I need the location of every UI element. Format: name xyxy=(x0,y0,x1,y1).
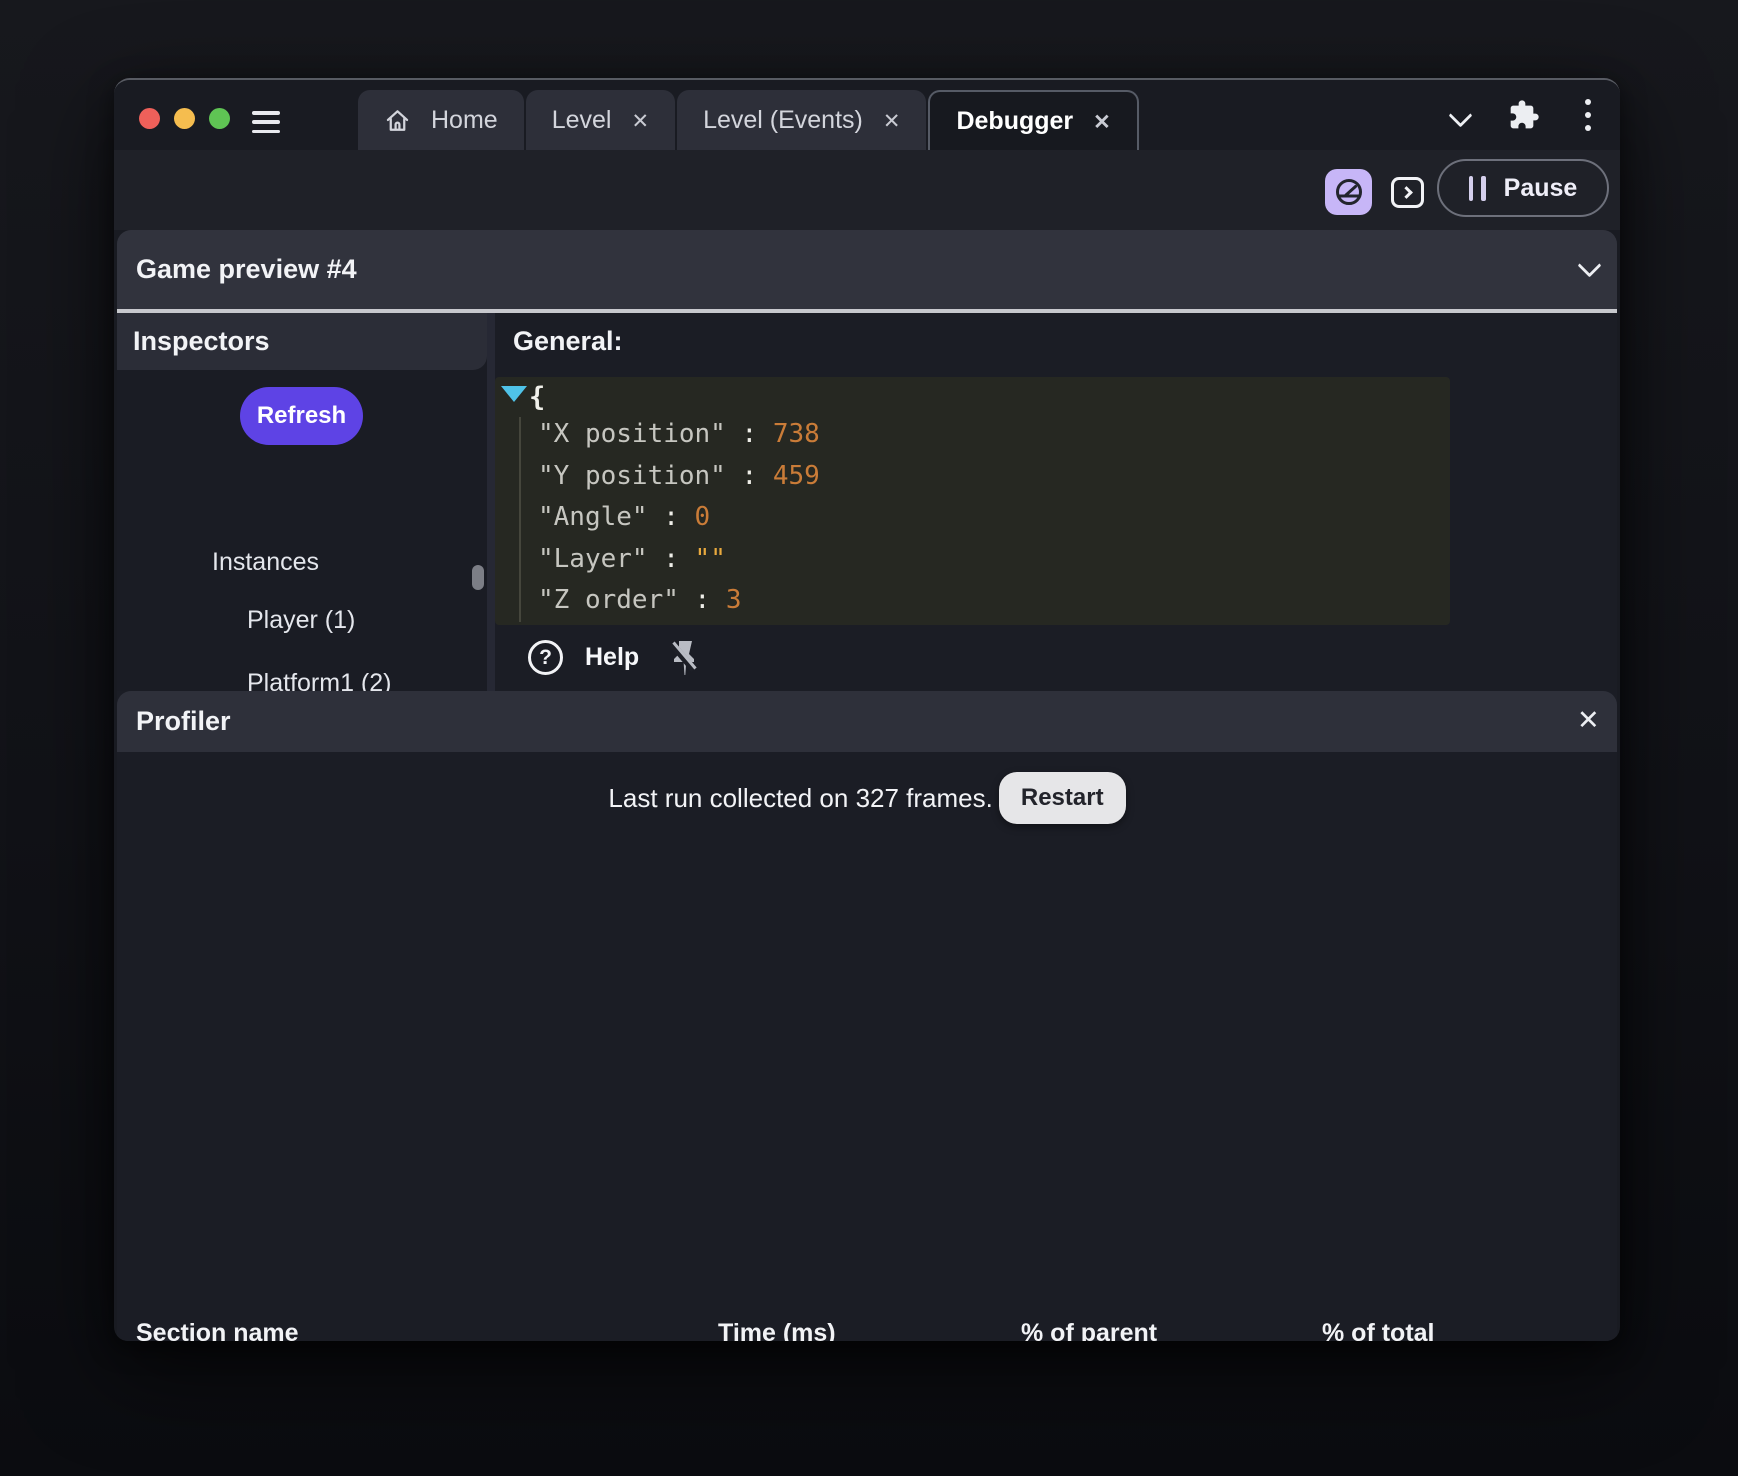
game-preview-title: Game preview #4 xyxy=(136,254,357,284)
profiler-status-text: Last run collected on 327 frames. xyxy=(608,782,993,813)
close-tab-icon[interactable]: ✕ xyxy=(631,109,649,132)
profiler-title: Profiler xyxy=(136,706,231,736)
column-section-name: Section name xyxy=(136,1319,299,1341)
tab-label: Home xyxy=(431,105,498,134)
debugger-panel: Game preview #4 Inspectors Refresh Insta… xyxy=(117,230,1617,1341)
home-icon xyxy=(386,109,409,131)
help-icon[interactable]: ? xyxy=(528,640,563,675)
inspectors-scrollbar-thumb[interactable] xyxy=(472,565,484,590)
extensions-puzzle-icon[interactable] xyxy=(1492,90,1556,140)
close-tab-icon[interactable]: ✕ xyxy=(1093,110,1111,133)
tab-label: Level xyxy=(551,105,612,134)
console-button[interactable] xyxy=(1391,177,1424,208)
tab-strip: Home Level ✕ Level (Events) ✕ Debugger ✕ xyxy=(358,90,1139,150)
close-window-button[interactable] xyxy=(139,108,160,129)
debugger-toolbar: Pause xyxy=(114,150,1620,230)
profiler-toggle-button[interactable] xyxy=(1325,169,1372,215)
json-property-y-position[interactable]: "Y position" : 459 xyxy=(538,460,820,492)
column-percent-parent: % of parent xyxy=(1021,1319,1158,1341)
expand-triangle-icon[interactable] xyxy=(501,386,527,402)
general-section-title: General: xyxy=(513,326,623,356)
app-window: Home Level ✕ Level (Events) ✕ Debugger ✕ xyxy=(114,78,1620,1341)
column-time: Time (ms) xyxy=(718,1319,836,1341)
close-tab-icon[interactable]: ✕ xyxy=(883,109,901,132)
tab-label: Level (Events) xyxy=(703,105,863,134)
inspector-item-instances[interactable]: Instances xyxy=(117,542,487,582)
json-property-layer[interactable]: "Layer" : "" xyxy=(538,543,726,575)
inspectors-panel: Inspectors Refresh Instances Player (1) Pl… xyxy=(117,313,487,756)
unpin-icon[interactable] xyxy=(665,636,705,680)
tab-level[interactable]: Level ✕ xyxy=(525,90,676,150)
column-percent-total: % of total xyxy=(1322,1319,1435,1341)
game-preview-header[interactable]: Game preview #4 xyxy=(117,230,1617,309)
json-property-x-position[interactable]: "X position" : 738 xyxy=(538,418,820,450)
chevron-right-icon xyxy=(1399,186,1413,199)
collapse-chevron-icon[interactable] xyxy=(1577,253,1602,278)
json-property-z-order[interactable]: "Z order" : 3 xyxy=(538,584,742,616)
close-profiler-icon[interactable]: ✕ xyxy=(1577,705,1600,736)
json-property-angle[interactable]: "Angle" : 0 xyxy=(538,501,710,533)
profiler-header: Profiler ✕ xyxy=(117,691,1617,752)
window-controls xyxy=(139,108,230,129)
tab-debugger[interactable]: Debugger ✕ xyxy=(928,90,1139,150)
json-property-viewer: { "X position" : 738 "Y position" : 459 "A… xyxy=(495,377,1450,625)
indent-guide-line xyxy=(519,417,521,622)
puzzle-piece-icon xyxy=(1510,100,1539,129)
profiler-section: Profiler ✕ Last run collected on 327 fra… xyxy=(117,691,1617,1341)
tab-home[interactable]: Home xyxy=(358,90,524,150)
chevron-down-icon[interactable] xyxy=(1428,90,1492,140)
tabbar-right-actions xyxy=(1428,80,1620,150)
tab-bar: Home Level ✕ Level (Events) ✕ Debugger ✕ xyxy=(114,80,1620,150)
inspector-item-player-1-[interactable]: Player (1) xyxy=(117,600,487,640)
kebab-menu-icon[interactable] xyxy=(1556,90,1620,140)
pause-button[interactable]: Pause xyxy=(1437,159,1609,217)
tab-level-events-[interactable]: Level (Events) ✕ xyxy=(677,90,927,150)
inspectors-title: Inspectors xyxy=(117,313,487,370)
pause-label: Pause xyxy=(1503,173,1578,202)
pause-icon xyxy=(1468,175,1486,201)
restart-button[interactable]: Restart xyxy=(998,772,1126,824)
hamburger-menu-icon[interactable] xyxy=(252,111,280,133)
gauge-icon xyxy=(1335,179,1362,205)
minimize-window-button[interactable] xyxy=(174,108,195,129)
zoom-window-button[interactable] xyxy=(209,108,230,129)
panel-divider xyxy=(487,313,495,691)
help-button[interactable]: Help xyxy=(585,643,639,672)
tab-label: Debugger xyxy=(956,106,1074,135)
profiler-status-row: Last run collected on 327 frames. Restar… xyxy=(117,772,1617,824)
json-open-brace: { xyxy=(529,382,546,413)
refresh-button[interactable]: Refresh xyxy=(240,387,363,445)
